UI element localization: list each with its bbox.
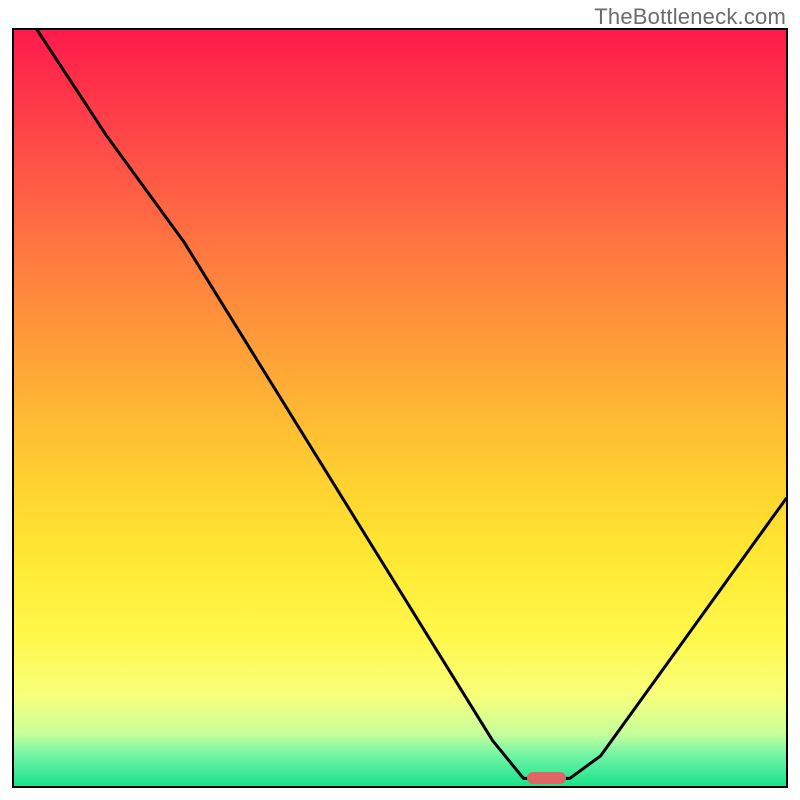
attribution-text: TheBottleneck.com bbox=[594, 4, 786, 30]
chart-frame bbox=[12, 28, 788, 788]
bottleneck-curve bbox=[14, 30, 786, 786]
curve-path bbox=[37, 30, 786, 778]
optimal-marker bbox=[527, 772, 566, 784]
